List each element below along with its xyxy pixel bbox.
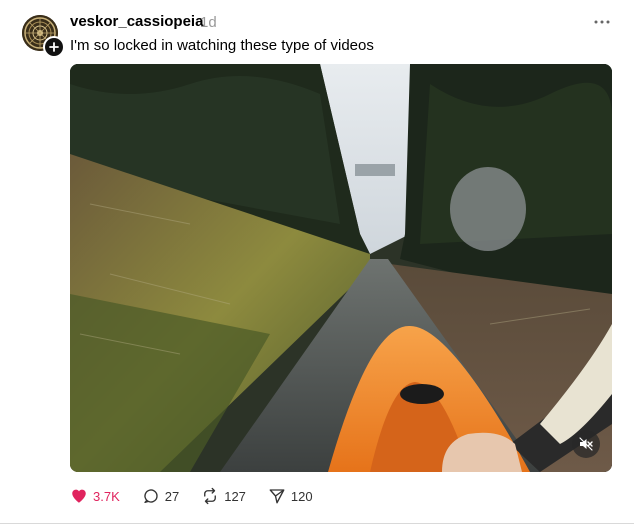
share-button[interactable]: 120: [268, 487, 313, 505]
share-count: 120: [290, 488, 313, 504]
plus-icon: [49, 42, 59, 52]
post-actions: 3.7K 27 127 120: [70, 486, 335, 506]
follow-button[interactable]: [43, 36, 65, 58]
heart-icon: [72, 489, 86, 503]
video-player[interactable]: [70, 64, 612, 472]
comment-count: 27: [164, 488, 180, 504]
like-count: 3.7K: [93, 488, 120, 504]
repost-count: 127: [224, 488, 246, 504]
post-timestamp: 1d: [200, 14, 217, 31]
speaker-muted-icon: [579, 437, 593, 451]
thread-post: veskor_cassiopeia 1d I'm so locked in wa…: [0, 0, 634, 526]
repost-icon: [204, 487, 217, 505]
repost-button[interactable]: 127: [201, 487, 246, 505]
more-dots-icon: [594, 20, 610, 24]
comment-button[interactable]: 27: [142, 487, 179, 505]
username-link[interactable]: veskor_cassiopeia: [70, 13, 203, 30]
more-options-button[interactable]: [590, 12, 614, 32]
send-icon: [269, 489, 285, 504]
post-divider: [0, 523, 634, 524]
post-caption: I'm so locked in watching these type of …: [70, 37, 374, 54]
video-frame: [70, 64, 612, 472]
like-button[interactable]: 3.7K: [70, 487, 120, 505]
mute-toggle[interactable]: [572, 430, 600, 458]
comment-bubble-icon: [144, 489, 158, 504]
